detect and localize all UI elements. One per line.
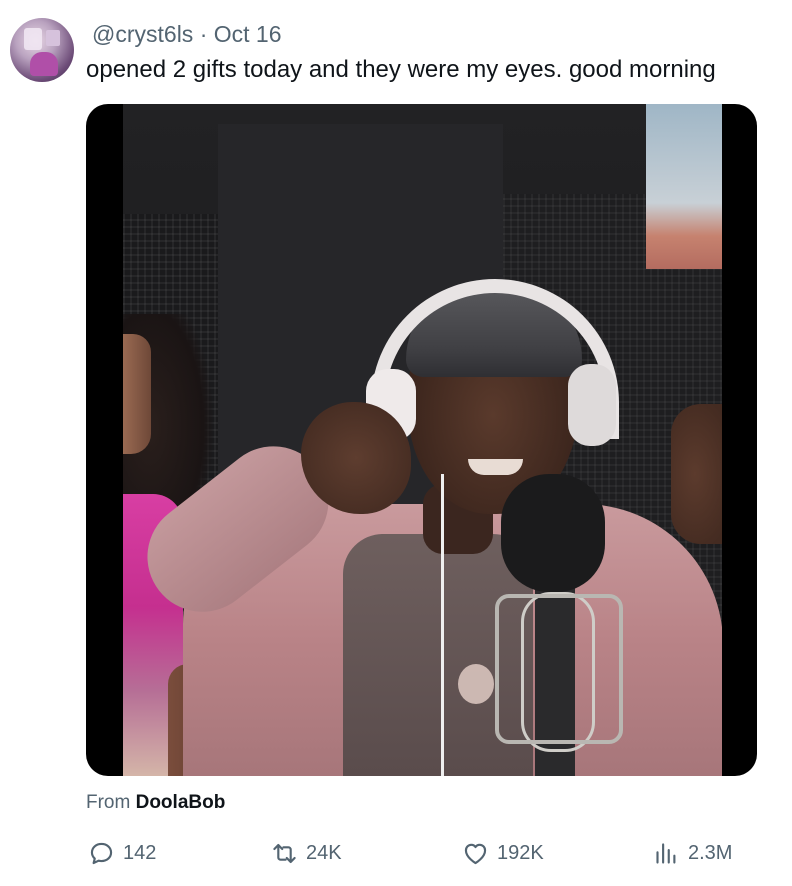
shock-mount — [495, 594, 623, 744]
tweet: @cryst6ls · Oct 16 opened 2 gifts today … — [0, 0, 792, 886]
video-frame — [123, 104, 722, 776]
headphone-cable — [441, 474, 444, 776]
studio-window — [646, 104, 722, 269]
source-prefix: From — [86, 792, 131, 813]
person-left-face — [123, 334, 151, 454]
shirt-pin — [458, 664, 494, 704]
avatar-shape — [30, 52, 58, 76]
performer-hand-right — [671, 404, 722, 544]
reply-count: 142 — [123, 841, 157, 864]
avatar-shape — [24, 28, 42, 50]
reply-icon — [90, 842, 113, 864]
retweet-icon — [273, 843, 296, 863]
performer-smile — [468, 459, 523, 475]
source-name[interactable]: DoolaBob — [136, 792, 226, 813]
action-bar: 142 24K 192K 2.3M — [0, 836, 792, 870]
microphone-windscreen — [501, 474, 605, 592]
header-separator: · — [199, 21, 208, 47]
avatar-shape — [46, 30, 60, 46]
heart-icon — [464, 843, 487, 864]
headphone-cup-right — [568, 364, 616, 446]
tweet-header: @cryst6ls · Oct 16 — [92, 21, 282, 48]
like-button[interactable]: 192K — [462, 836, 544, 870]
like-count: 192K — [497, 841, 544, 864]
video-media[interactable] — [86, 104, 757, 776]
avatar[interactable] — [10, 18, 74, 82]
media-source: From DoolaBob — [86, 792, 225, 814]
views-icon — [656, 842, 676, 864]
views-button[interactable]: 2.3M — [653, 836, 732, 870]
reply-button[interactable]: 142 — [88, 836, 156, 870]
user-handle[interactable]: @cryst6ls — [92, 21, 193, 48]
tweet-text: opened 2 gifts today and they were my ey… — [86, 56, 716, 83]
view-count: 2.3M — [688, 841, 733, 864]
tweet-date[interactable]: Oct 16 — [214, 21, 282, 48]
retweet-count: 24K — [306, 841, 342, 864]
retweet-button[interactable]: 24K — [271, 836, 342, 870]
